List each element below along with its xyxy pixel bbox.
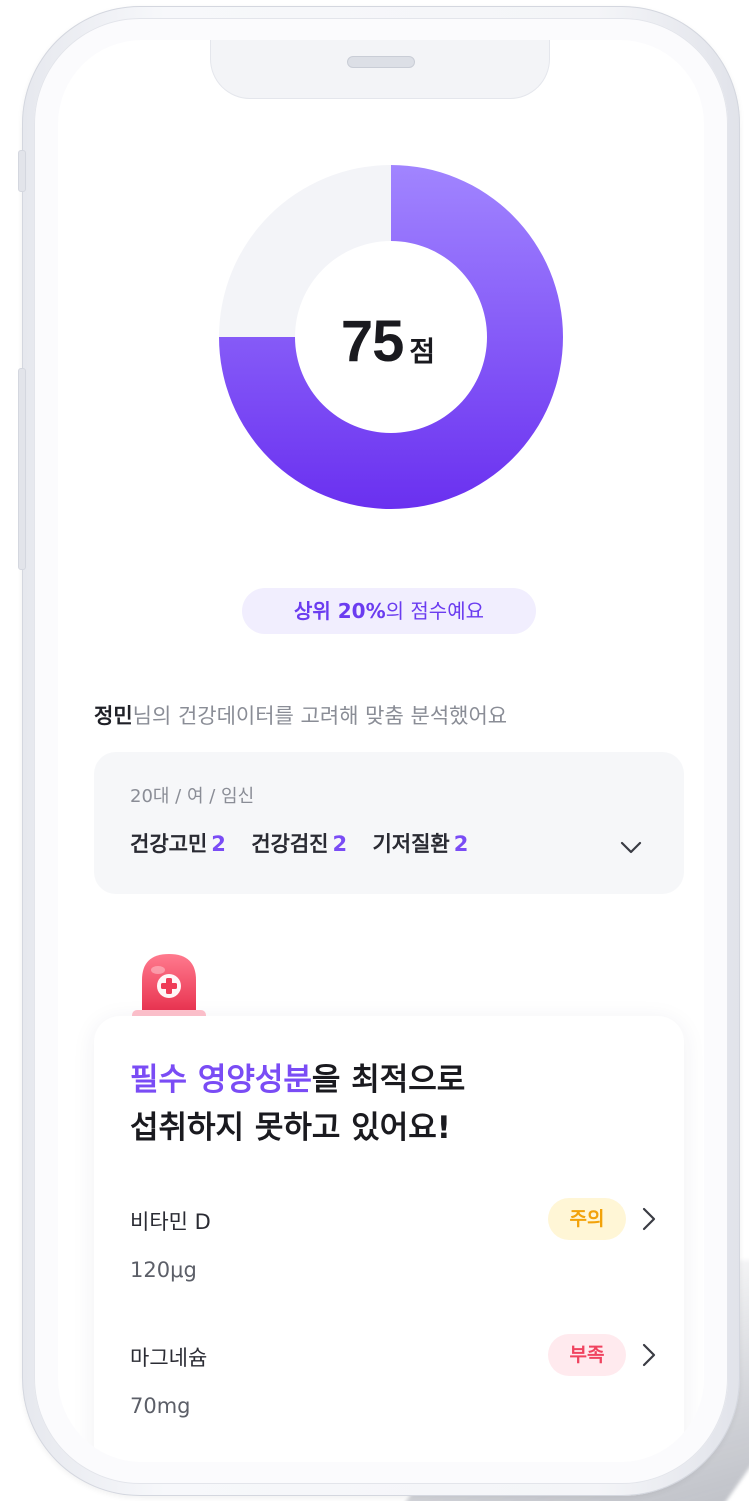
nutrient-row-vitamin-d[interactable]: 비타민 D 120μg 주의 [130,1198,656,1296]
rank-tail: 의 점수예요 [385,599,484,623]
chevron-right-icon[interactable] [638,1340,660,1370]
nutrient-name: 마그네슘 [130,1346,208,1370]
nutrient-row-magnesium[interactable]: 마그네슘 70mg 부족 [130,1334,656,1432]
stat-count: 2 [211,832,226,856]
mute-switch [18,150,26,192]
stat-count: 2 [453,832,469,856]
stat-health-checkup: 건강검진 2 [251,832,347,856]
rank-highlight: 상위 20% [294,599,386,623]
stat-label: 기저질환 [372,832,450,856]
screenshot-stage: 75 점 상위 20%의 점수예요 정민님의 건강데이터를 고려해 맞춤 분석했어… [0,0,749,1501]
rank-badge: 상위 20%의 점수예요 [242,588,536,634]
speaker-grille [347,56,415,68]
nutrient-headline: 필수 영양성분을 최적으로 섭취하지 못하고 있어요! [130,1056,465,1152]
health-profile-card[interactable]: 20대 / 여 / 임신 건강고민 2 건강검진 2 기저질환 2 [94,752,684,894]
score-value: 75 [340,309,405,374]
volume-button [18,368,26,570]
headline-line2: 섭취하지 못하고 있어요! [130,1110,451,1146]
phone-notch [210,40,550,99]
stat-label: 건강고민 [130,832,208,856]
stat-count: 2 [332,832,348,856]
nutrient-amount: 70mg [130,1394,191,1418]
intro-text: 님의 건강데이터를 고려해 맞춤 분석했어요 [132,704,508,728]
nutrient-name: 비타민 D [130,1210,211,1234]
profile-tags: 20대 / 여 / 임신 [130,786,255,807]
nutrient-analysis-card: 필수 영양성분을 최적으로 섭취하지 못하고 있어요! 비타민 D 120μg … [94,1016,684,1462]
chevron-down-icon[interactable] [618,834,644,860]
stat-underlying-disease: 기저질환 2 [372,832,468,856]
status-badge-lack: 부족 [548,1334,626,1376]
chevron-right-icon[interactable] [638,1204,660,1234]
stat-label: 건강검진 [251,832,329,856]
phone-screen: 75 점 상위 20%의 점수예요 정민님의 건강데이터를 고려해 맞춤 분석했어… [58,40,704,1462]
score-unit: 점 [409,335,436,368]
headline-rest: 을 최적으로 [311,1062,466,1098]
headline-highlight: 필수 영양성분 [130,1062,312,1098]
profile-stats: 건강고민 2 건강검진 2 기저질환 2 [130,828,486,858]
user-name: 정민 [94,704,133,728]
analysis-intro: 정민님의 건강데이터를 고려해 맞춤 분석했어요 [94,700,507,730]
status-badge-caution: 주의 [548,1198,626,1240]
nutrient-amount: 120μg [130,1258,197,1282]
stat-health-concern: 건강고민 2 [130,832,226,856]
score-display: 75 점 [288,308,488,375]
